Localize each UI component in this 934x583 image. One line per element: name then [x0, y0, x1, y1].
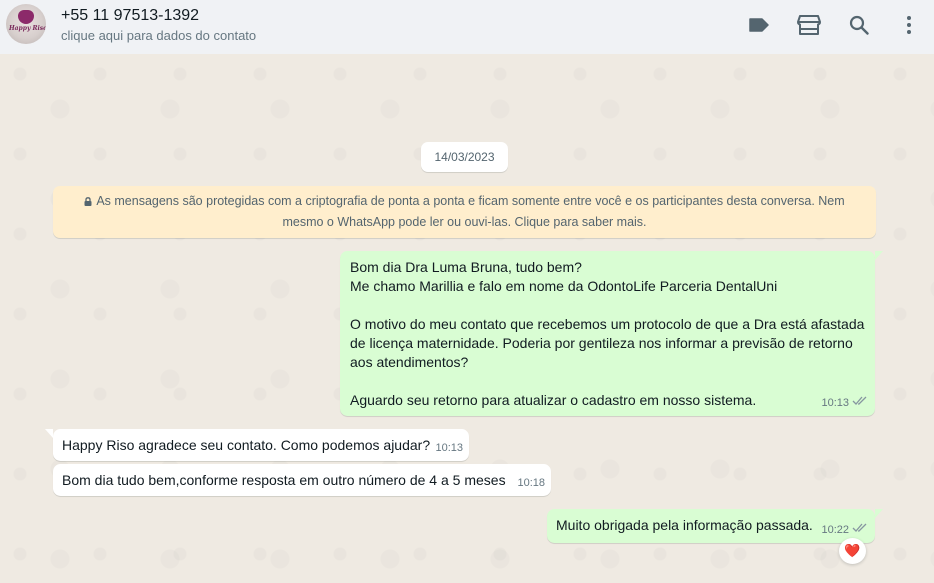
- message-time: 10:13: [821, 397, 849, 409]
- message-time: 10:22: [821, 524, 849, 536]
- menu-icon[interactable]: [896, 12, 922, 38]
- bubble-tail: [45, 429, 53, 438]
- message-meta: 10:22: [821, 521, 868, 540]
- message-time: 10:13: [435, 442, 463, 454]
- message-bubble-outgoing[interactable]: Muito obrigada pela informação passada. …: [547, 509, 883, 543]
- message-time: 10:18: [517, 477, 545, 489]
- message-text: Bom dia tudo bem,conforme resposta em ou…: [62, 472, 506, 488]
- message-meta: 10:18: [517, 474, 545, 493]
- store-icon[interactable]: [796, 12, 822, 38]
- lock-icon: [84, 197, 92, 206]
- date-divider: 14/03/2023: [421, 142, 508, 172]
- message-bubble-incoming[interactable]: Happy Riso agradece seu contato. Como po…: [45, 429, 469, 461]
- heart-reaction-icon[interactable]: ❤️: [839, 538, 866, 564]
- contact-avatar[interactable]: Happy Riso: [6, 4, 46, 44]
- contact-info-hint[interactable]: clique aqui para dados do contato: [61, 28, 256, 43]
- tooth-logo-icon: [18, 10, 34, 24]
- message-text: Happy Riso agradece seu contato. Como po…: [62, 437, 431, 453]
- encryption-text: As mensagens são protegidas com a cripto…: [96, 194, 845, 229]
- chat-header[interactable]: Happy Riso +55 11 97513-1392 clique aqui…: [0, 0, 934, 54]
- message-text: Bom dia Dra Luma Bruna, tudo bem? Me cha…: [350, 259, 865, 408]
- message-meta: 10:13: [435, 439, 463, 458]
- search-icon[interactable]: [846, 12, 872, 38]
- label-icon[interactable]: [746, 12, 772, 38]
- message-bubble-incoming[interactable]: Bom dia tudo bem,conforme resposta em ou…: [53, 464, 551, 496]
- message-text: Muito obrigada pela informação passada.: [556, 517, 813, 533]
- avatar-logo-text: Happy Riso: [9, 25, 46, 32]
- message-meta: 10:13: [821, 394, 868, 413]
- contact-name[interactable]: +55 11 97513-1392: [61, 7, 199, 25]
- bubble-tail: [875, 251, 883, 260]
- double-check-icon: [852, 394, 868, 413]
- encryption-notice[interactable]: As mensagens são protegidas com a cripto…: [53, 186, 876, 238]
- message-bubble-outgoing[interactable]: Bom dia Dra Luma Bruna, tudo bem? Me cha…: [340, 251, 883, 416]
- bubble-tail: [875, 509, 883, 518]
